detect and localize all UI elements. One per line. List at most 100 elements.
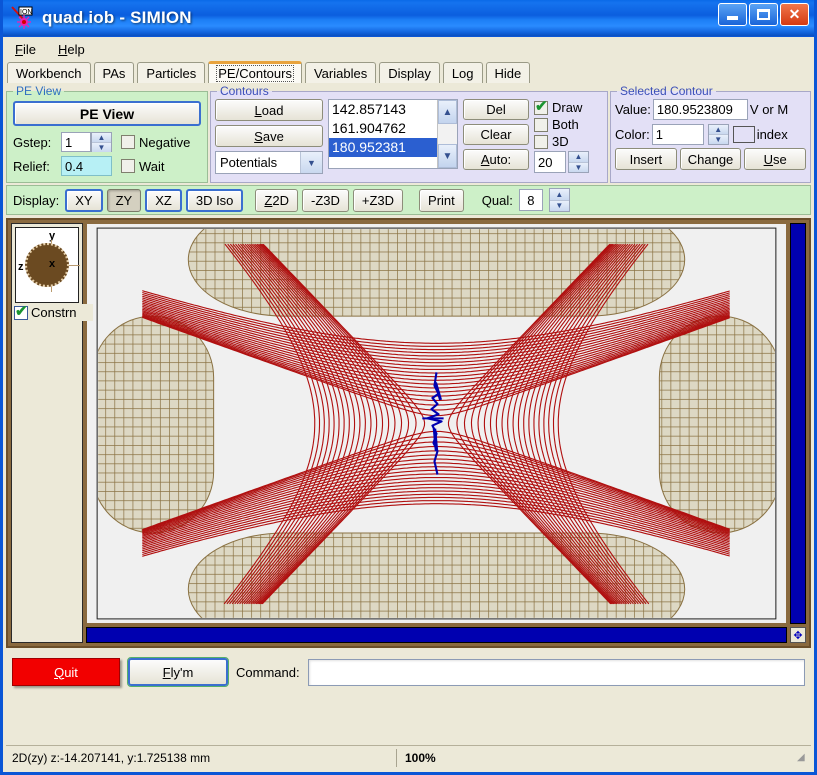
change-button[interactable]: Change bbox=[679, 148, 742, 170]
auto-count-stepper[interactable]: ▲ ▼ bbox=[568, 151, 589, 173]
contours-panel: Contours Load Save Potentials ▼ 142.8571… bbox=[210, 84, 608, 183]
flym-button[interactable]: Fly'm bbox=[127, 657, 229, 687]
relief-row: Relief: 0.4 Wait bbox=[11, 155, 203, 177]
plus-z3d-label: +Z3D bbox=[361, 192, 395, 208]
list-item[interactable]: 161.904762 bbox=[329, 119, 437, 138]
list-item[interactable]: 142.857143 bbox=[329, 100, 437, 119]
view-zy-button[interactable]: ZY bbox=[106, 188, 142, 212]
gstep-row: Gstep: 1 ▲ ▼ Negative bbox=[11, 131, 203, 153]
tab-particles[interactable]: Particles bbox=[137, 62, 206, 83]
constrain-checkbox[interactable]: Constrn bbox=[13, 303, 93, 321]
3d-checkbox[interactable]: 3D bbox=[534, 134, 600, 149]
load-button-rest: oad bbox=[261, 102, 284, 118]
save-button[interactable]: Save bbox=[215, 125, 323, 147]
view-xz-button[interactable]: XZ bbox=[145, 188, 182, 212]
tab-hide[interactable]: Hide bbox=[485, 62, 531, 83]
scroll-up-icon[interactable]: ▲ bbox=[438, 100, 457, 124]
clear-button[interactable]: Clear bbox=[463, 124, 529, 145]
tab-pe-contours[interactable]: PE/Contours bbox=[208, 61, 302, 83]
tab-hide-label: Hide bbox=[494, 65, 522, 81]
display-label: Display: bbox=[13, 192, 60, 208]
horizontal-scrollbar[interactable] bbox=[86, 627, 787, 643]
viewport-side-panel: y z x Constrn bbox=[11, 223, 93, 643]
z2d-button[interactable]: Z 2D bbox=[255, 188, 298, 212]
scroll-down-icon[interactable]: ▼ bbox=[438, 144, 457, 168]
auto-down-icon[interactable]: ▼ bbox=[569, 162, 588, 172]
both-checkbox[interactable]: Both bbox=[534, 117, 600, 132]
tab-display[interactable]: Display bbox=[379, 62, 440, 83]
resize-grip-icon[interactable]: ◢ bbox=[797, 752, 809, 764]
maximize-button[interactable] bbox=[749, 3, 778, 26]
chevron-down-icon[interactable]: ▼ bbox=[300, 152, 322, 173]
gstep-input[interactable]: 1 bbox=[61, 132, 91, 152]
gstep-stepper[interactable]: ▲ ▼ bbox=[91, 132, 112, 152]
compass-axis-x: x bbox=[49, 258, 56, 270]
vertical-scrollbar[interactable] bbox=[790, 223, 806, 624]
move-resize-handle-icon[interactable]: ✥ bbox=[790, 627, 806, 643]
use-button[interactable]: Use bbox=[744, 148, 807, 170]
tab-pe-contours-label: PE/Contours bbox=[216, 65, 294, 82]
orientation-compass-icon[interactable]: y z x bbox=[15, 227, 80, 303]
contour-list-scrollbar[interactable]: ▲ ▼ bbox=[437, 100, 457, 168]
negative-checkbox-box bbox=[121, 135, 135, 149]
relief-value: 0.4 bbox=[65, 158, 84, 174]
view-xy-label: XY bbox=[75, 192, 93, 208]
color-up-icon[interactable]: ▲ bbox=[708, 124, 728, 135]
print-button[interactable]: Print bbox=[419, 188, 464, 212]
list-item[interactable]: 180.952381 bbox=[329, 138, 437, 157]
contour-toggles: Draw Both 3D 20 ▲ bbox=[534, 98, 600, 174]
auto-count-input[interactable]: 20 bbox=[534, 151, 566, 173]
ion-icon: ION bbox=[10, 5, 36, 31]
auto-up-icon[interactable]: ▲ bbox=[569, 152, 588, 163]
qual-up-icon[interactable]: ▲ bbox=[549, 189, 569, 201]
view-3d-iso-button[interactable]: 3D Iso bbox=[185, 188, 244, 212]
tab-strip: Workbench PAs Particles PE/Contours Vari… bbox=[3, 61, 814, 83]
qual-stepper[interactable]: ▲ ▼ bbox=[548, 188, 570, 212]
tab-variables[interactable]: Variables bbox=[304, 62, 377, 83]
menu-item-file[interactable]: File bbox=[15, 42, 36, 57]
tab-variables-label: Variables bbox=[313, 65, 368, 81]
contour-value-input[interactable]: 180.9523809 bbox=[652, 98, 748, 120]
tab-log[interactable]: Log bbox=[442, 62, 483, 83]
quit-button[interactable]: Quit bbox=[12, 658, 120, 686]
negative-checkbox[interactable]: Negative bbox=[121, 135, 190, 150]
menu-item-help[interactable]: Help bbox=[58, 42, 85, 57]
gstep-up-icon[interactable]: ▲ bbox=[92, 133, 111, 143]
gstep-down-icon[interactable]: ▼ bbox=[92, 143, 111, 152]
quit-button-rest: uit bbox=[64, 664, 78, 680]
color-down-icon[interactable]: ▼ bbox=[708, 134, 728, 144]
command-input[interactable] bbox=[307, 658, 805, 686]
tab-log-label: Log bbox=[451, 65, 474, 81]
relief-input[interactable]: 0.4 bbox=[61, 156, 112, 176]
minus-z3d-button[interactable]: -Z3D bbox=[302, 188, 349, 212]
qual-down-icon[interactable]: ▼ bbox=[549, 200, 569, 211]
draw-checkbox[interactable]: Draw bbox=[534, 98, 600, 116]
insert-button[interactable]: Insert bbox=[615, 148, 677, 170]
load-button[interactable]: Load bbox=[215, 99, 323, 121]
wait-checkbox[interactable]: Wait bbox=[121, 159, 165, 174]
both-checkbox-box bbox=[534, 117, 548, 132]
color-swatch[interactable] bbox=[732, 125, 755, 143]
contour-plot[interactable] bbox=[86, 223, 787, 624]
del-button-label: Del bbox=[486, 102, 506, 117]
command-bar: Quit Fly'm Command: bbox=[6, 652, 811, 692]
plus-z3d-button[interactable]: +Z3D bbox=[352, 188, 404, 212]
close-button[interactable]: ✕ bbox=[780, 3, 809, 26]
contour-color-input[interactable]: 1 bbox=[651, 123, 704, 145]
minimize-button[interactable] bbox=[718, 3, 747, 26]
pe-view-button[interactable]: PE View bbox=[13, 101, 201, 126]
contour-list[interactable]: 142.857143 161.904762 180.952381 ▲ ▼ bbox=[328, 99, 458, 169]
flym-button-rest: ly'm bbox=[170, 664, 194, 680]
tab-workbench[interactable]: Workbench bbox=[7, 62, 91, 83]
auto-count-row: 20 ▲ ▼ bbox=[534, 151, 600, 173]
contour-color-label: Color: bbox=[615, 126, 650, 142]
view-xy-button[interactable]: XY bbox=[65, 188, 103, 212]
qual-input[interactable]: 8 bbox=[518, 189, 543, 211]
tab-pas-label: PAs bbox=[102, 65, 126, 81]
del-button[interactable]: Del bbox=[463, 99, 529, 120]
contour-mode-select[interactable]: Potentials ▼ bbox=[215, 151, 323, 174]
auto-button[interactable]: Auto: bbox=[463, 149, 529, 170]
contour-color-stepper[interactable]: ▲ ▼ bbox=[707, 123, 729, 145]
tab-pas[interactable]: PAs bbox=[93, 62, 135, 83]
status-bar: 2D(zy) z:-14.207141, y:1.725138 mm 100% … bbox=[6, 745, 811, 769]
